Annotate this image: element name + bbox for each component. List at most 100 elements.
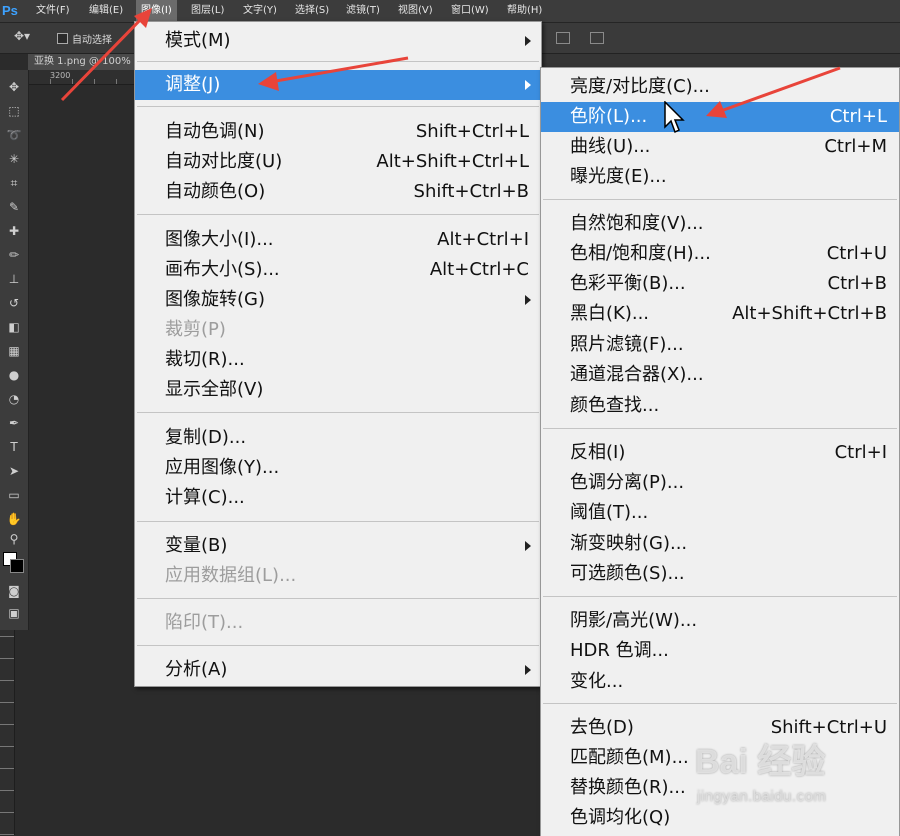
menu-item-auto-contrast[interactable]: 自动对比度(U) Alt+Shift+Ctrl+L [135,147,541,177]
menu-separator [137,645,539,646]
menu-item-label: 应用数据组(L)... [165,565,297,586]
menu-item-trim[interactable]: 裁切(R)... [135,345,541,375]
menu-item-invert[interactable]: 反相(I) Ctrl+I [541,438,899,468]
menu-item-selective-color[interactable]: 可选颜色(S)... [541,559,899,589]
distribute-icon[interactable] [590,32,604,44]
menu-view[interactable]: 视图(V) [393,0,438,22]
menu-item-hue-saturation[interactable]: 色相/饱和度(H)... Ctrl+U [541,239,899,269]
vertical-ruler [0,630,15,835]
eyedropper-icon[interactable]: ✎ [4,198,24,216]
menu-item-label: 曲线(U)... [570,136,651,157]
menu-item-shadows-highlights[interactable]: 阴影/高光(W)... [541,606,899,636]
image-menu: 模式(M) 调整(J) 自动色调(N) Shift+Ctrl+L 自动对比度(U… [134,21,542,687]
background-color-swatch[interactable] [10,559,24,573]
move-tool-icon[interactable]: ✥ [4,78,24,96]
blur-tool-icon[interactable]: ● [4,366,24,384]
menu-layer[interactable]: 图层(L) [186,0,229,22]
menu-edit[interactable]: 编辑(E) [84,0,128,22]
menu-item-reveal-all[interactable]: 显示全部(V) [135,375,541,405]
submenu-arrow-icon [525,80,531,90]
align-icon[interactable] [556,32,570,44]
menu-item-canvas-size[interactable]: 画布大小(S)... Alt+Ctrl+C [135,255,541,285]
dodge-tool-icon[interactable]: ◔ [4,390,24,408]
menu-item-posterize[interactable]: 色调分离(P)... [541,468,899,498]
menu-item-label: 色调分离(P)... [570,472,685,493]
menu-item-adjustments[interactable]: 调整(J) [135,70,541,100]
menu-item-apply-data-set[interactable]: 应用数据组(L)... [135,561,541,591]
menu-item-label: 色相/饱和度(H)... [570,243,711,264]
menu-item-label: 计算(C)... [165,487,245,508]
menu-item-label: HDR 色调... [570,640,669,661]
menu-item-label: 变化... [570,671,624,692]
submenu-arrow-icon [525,541,531,551]
menu-item-gradient-map[interactable]: 渐变映射(G)... [541,529,899,559]
menu-item-trap[interactable]: 陷印(T)... [135,608,541,638]
menu-item-vibrance[interactable]: 自然饱和度(V)... [541,209,899,239]
menu-select[interactable]: 选择(S) [290,0,334,22]
marquee-tool-icon[interactable]: ⬚ [4,102,24,120]
menu-help[interactable]: 帮助(H) [502,0,547,22]
auto-select-checkbox[interactable] [57,33,68,44]
menu-item-shortcut: Ctrl+M [824,136,887,157]
menu-item-analysis[interactable]: 分析(A) [135,655,541,685]
hand-tool-icon[interactable]: ✋ [4,510,24,528]
menu-item-exposure[interactable]: 曝光度(E)... [541,162,899,192]
path-select-icon[interactable]: ➤ [4,462,24,480]
menu-item-image-size[interactable]: 图像大小(I)... Alt+Ctrl+I [135,225,541,255]
menu-item-black-white[interactable]: 黑白(K)... Alt+Shift+Ctrl+B [541,299,899,329]
menu-separator [137,598,539,599]
healing-brush-icon[interactable]: ✚ [4,222,24,240]
menu-item-duplicate[interactable]: 复制(D)... [135,423,541,453]
menu-item-threshold[interactable]: 阈值(T)... [541,498,899,528]
menu-item-label: 变量(B) [165,535,228,556]
quick-mask-icon[interactable]: ◙ [4,582,24,600]
menu-item-hdr-toning[interactable]: HDR 色调... [541,636,899,666]
menu-item-brightness-contrast[interactable]: 亮度/对比度(C)... [541,72,899,102]
menu-item-variations[interactable]: 变化... [541,667,899,697]
menu-item-curves[interactable]: 曲线(U)... Ctrl+M [541,132,899,162]
eraser-icon[interactable]: ◧ [4,318,24,336]
type-tool-icon[interactable]: T [4,438,24,456]
history-brush-icon[interactable]: ↺ [4,294,24,312]
menu-type[interactable]: 文字(Y) [238,0,282,22]
menu-item-photo-filter[interactable]: 照片滤镜(F)... [541,330,899,360]
stamp-tool-icon[interactable]: ⊥ [4,270,24,288]
menu-item-mode[interactable]: 模式(M) [135,26,541,56]
menu-item-label: 显示全部(V) [165,379,264,400]
menu-image[interactable]: 图像(I) [136,0,177,22]
menu-filter[interactable]: 滤镜(T) [341,0,385,22]
menu-item-label: 替换颜色(R)... [570,777,686,798]
menu-item-apply-image[interactable]: 应用图像(Y)... [135,453,541,483]
document-tab[interactable]: 亚换 1.png @ 100% [28,54,137,70]
brush-tool-icon[interactable]: ✏ [4,246,24,264]
menu-item-color-lookup[interactable]: 颜色查找... [541,391,899,421]
zoom-tool-icon[interactable]: ⚲ [4,530,24,548]
menu-item-channel-mixer[interactable]: 通道混合器(X)... [541,360,899,390]
menu-item-label: 陷印(T)... [165,612,244,633]
screen-mode-icon[interactable]: ▣ [4,604,24,622]
magic-wand-icon[interactable]: ✳ [4,150,24,168]
gradient-tool-icon[interactable]: ▦ [4,342,24,360]
pen-tool-icon[interactable]: ✒ [4,414,24,432]
menu-item-image-rotation[interactable]: 图像旋转(G) [135,285,541,315]
menu-item-auto-tone[interactable]: 自动色调(N) Shift+Ctrl+L [135,117,541,147]
crop-tool-icon[interactable]: ⌗ [4,174,24,192]
baidu-jingyan-watermark: Bai 经验 jingyan.baidu.com [695,734,895,829]
shape-tool-icon[interactable]: ▭ [4,486,24,504]
lasso-tool-icon[interactable]: ➰ [4,126,24,144]
menu-item-crop[interactable]: 裁剪(P) [135,315,541,345]
menu-window[interactable]: 窗口(W) [446,0,494,22]
menu-item-levels[interactable]: 色阶(L)... Ctrl+L [541,102,899,132]
menu-item-variables[interactable]: 变量(B) [135,531,541,561]
menu-item-calculations[interactable]: 计算(C)... [135,483,541,513]
menu-item-label: 亮度/对比度(C)... [570,76,710,97]
menu-bar: Ps 文件(F) 编辑(E) 图像(I) 图层(L) 文字(Y) 选择(S) 滤… [0,0,900,23]
menu-separator [543,428,897,429]
menu-item-label: 反相(I) [570,442,626,463]
menu-file[interactable]: 文件(F) [31,0,75,22]
adjustments-submenu: 亮度/对比度(C)... 色阶(L)... Ctrl+L 曲线(U)... Ct… [540,67,900,836]
menu-item-auto-color[interactable]: 自动颜色(O) Shift+Ctrl+B [135,177,541,207]
menu-item-color-balance[interactable]: 色彩平衡(B)... Ctrl+B [541,269,899,299]
menu-item-shortcut: Alt+Ctrl+I [437,229,529,250]
move-tool-icon[interactable]: ✥▾ [14,29,30,43]
